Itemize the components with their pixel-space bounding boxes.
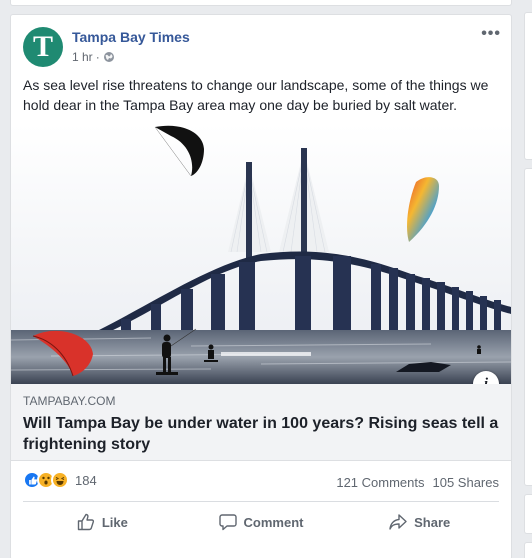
page-avatar[interactable]: T [23, 27, 63, 67]
post-text: As sea level rise threatens to change ou… [23, 77, 489, 113]
comment-button[interactable]: Comment [182, 505, 341, 539]
action-bar: Like Comment Share [23, 505, 499, 539]
reactions-summary[interactable]: 184 [23, 471, 97, 489]
comment-icon [218, 514, 237, 531]
right-column-card [524, 168, 532, 486]
share-button[interactable]: Share [340, 505, 499, 539]
stats-divider [23, 501, 499, 502]
reaction-count: 184 [75, 472, 97, 488]
right-column-card [524, 542, 532, 558]
comments-count[interactable]: 121 Comments [336, 475, 424, 490]
thumbs-up-icon [77, 513, 94, 531]
more-options-icon[interactable]: ••• [481, 25, 501, 43]
post-meta: 1 hr · [72, 50, 115, 64]
post-time[interactable]: 1 hr [72, 50, 93, 64]
comment-label: Comment [243, 514, 304, 530]
share-label: Share [414, 514, 451, 530]
like-button[interactable]: Like [23, 505, 182, 539]
link-preview[interactable]: TAMPABAY.COM Will Tampa Bay be under wat… [11, 384, 511, 461]
link-domain: TAMPABAY.COM [23, 394, 116, 408]
share-arrow-icon [389, 514, 407, 530]
right-column-card [524, 12, 532, 160]
avatar-letter: T [32, 30, 53, 63]
shares-count[interactable]: 105 Shares [433, 475, 500, 490]
link-title[interactable]: Will Tampa Bay be under water in 100 yea… [23, 413, 499, 455]
engagement-stats: 121 Comments 105 Shares [336, 475, 499, 490]
haha-reaction-icon [51, 471, 69, 489]
like-label: Like [101, 514, 128, 530]
link-preview-image[interactable] [11, 124, 511, 384]
right-column-card [524, 494, 532, 534]
meta-separator: · [95, 50, 100, 64]
previous-card-edge [10, 0, 512, 6]
post-card: T Tampa Bay Times 1 hr · ••• As sea leve… [10, 14, 512, 558]
globe-icon[interactable] [103, 51, 115, 63]
page-name-link[interactable]: Tampa Bay Times [72, 29, 190, 45]
